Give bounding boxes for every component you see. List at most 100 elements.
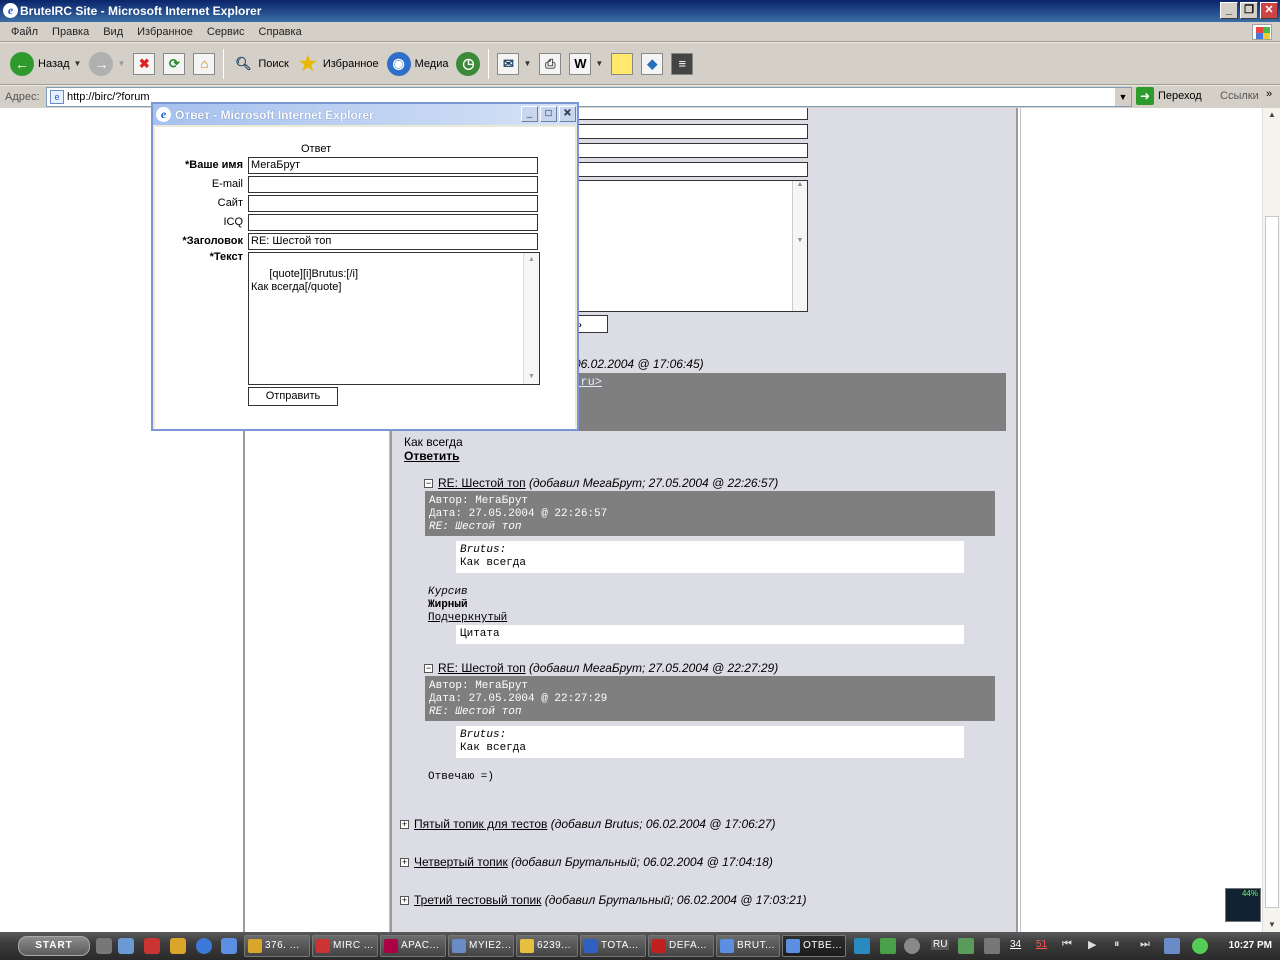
- topic-link[interactable]: Четвертый топик: [414, 855, 508, 869]
- back-dropdown-icon[interactable]: ▼: [74, 59, 82, 68]
- media-button[interactable]: ◉ Медиа: [383, 46, 453, 82]
- task-button[interactable]: MYIE2...: [448, 935, 514, 957]
- stop-icon: ✖: [133, 52, 156, 75]
- favorites-button[interactable]: ★ Избранное: [293, 46, 383, 82]
- task-button[interactable]: DEFA...: [648, 935, 714, 957]
- browser-icon[interactable]: [221, 938, 237, 954]
- menu-view[interactable]: Вид: [96, 26, 130, 38]
- menu-favorites[interactable]: Избранное: [130, 26, 200, 38]
- toolbar-separator: [223, 48, 225, 79]
- prev-track-icon[interactable]: ⏮: [1062, 938, 1078, 954]
- task-button[interactable]: MIRC ...: [312, 935, 378, 957]
- expand-icon[interactable]: +: [400, 896, 409, 905]
- mail-button[interactable]: ✉ ▼: [493, 46, 535, 82]
- search-button[interactable]: 🔍︎ Поиск: [228, 46, 292, 82]
- text-area[interactable]: [quote][i]Brutus:[/i] Как всегда[/quote]…: [248, 252, 540, 385]
- topic-link[interactable]: Пятый топик для тестов: [414, 817, 547, 831]
- messenger-button[interactable]: ◆: [637, 46, 667, 82]
- scroll-up-icon[interactable]: ▲: [1265, 108, 1279, 122]
- popup-titlebar[interactable]: e Ответ - Microsoft Internet Explorer _ …: [153, 104, 577, 125]
- menu-file[interactable]: Файл: [4, 26, 45, 38]
- menu-tools[interactable]: Сервис: [200, 26, 252, 38]
- chevron-right-icon[interactable]: »: [1266, 88, 1272, 100]
- stop-button[interactable]: ✖: [129, 46, 159, 82]
- quicklaunch-icon[interactable]: [96, 938, 112, 954]
- mail-dropdown-icon[interactable]: ▼: [523, 59, 531, 68]
- submit-button[interactable]: Отправить: [248, 387, 338, 406]
- forward-dropdown-icon[interactable]: ▼: [117, 59, 125, 68]
- task-button[interactable]: 6239...: [516, 935, 578, 957]
- tray-icon[interactable]: [984, 938, 1000, 954]
- collapse-icon[interactable]: −: [424, 664, 433, 673]
- name-input[interactable]: МегаБрут: [248, 157, 538, 174]
- edit-dropdown-icon[interactable]: ▼: [595, 59, 603, 68]
- bg-form-field[interactable]: [578, 124, 808, 139]
- language-indicator[interactable]: RU: [931, 939, 950, 950]
- edit-button[interactable]: W ▼: [565, 46, 607, 82]
- tray-icon[interactable]: [958, 938, 974, 954]
- bg-form-field[interactable]: [578, 162, 808, 177]
- forward-button[interactable]: → ▼: [85, 46, 129, 82]
- tag-icon[interactable]: [170, 938, 186, 954]
- task-button-active[interactable]: ОТВЕ...: [782, 935, 846, 957]
- expand-icon[interactable]: +: [400, 820, 409, 829]
- icq-input[interactable]: [248, 214, 538, 231]
- discuss-button[interactable]: [607, 46, 637, 82]
- scrollbar[interactable]: ▲ ▼: [792, 181, 807, 311]
- text-area-scrollbar[interactable]: ▲ ▼: [523, 253, 539, 384]
- restore-button[interactable]: ❐: [1240, 2, 1258, 19]
- tray-icon[interactable]: [1164, 938, 1180, 954]
- bg-form-textarea[interactable]: ▲ ▼: [578, 180, 808, 312]
- popup-close-button[interactable]: ✕: [559, 106, 576, 122]
- expand-icon[interactable]: +: [400, 858, 409, 867]
- minimize-button[interactable]: _: [1220, 2, 1238, 19]
- clock[interactable]: 10:27 PM: [1229, 940, 1272, 951]
- pause-icon[interactable]: ⏸: [1114, 938, 1130, 954]
- task-button[interactable]: APAC...: [380, 935, 446, 957]
- start-button[interactable]: START: [18, 936, 90, 956]
- tray-icon[interactable]: [880, 938, 896, 954]
- close-button[interactable]: ✕: [1260, 2, 1278, 19]
- bg-form-field[interactable]: [578, 108, 808, 120]
- popup-minimize-button[interactable]: _: [521, 106, 538, 122]
- scroll-down-icon[interactable]: ▼: [1265, 918, 1279, 932]
- show-desktop-icon[interactable]: [118, 938, 134, 954]
- toolbox-button[interactable]: ≡: [667, 46, 697, 82]
- ie-icon[interactable]: [196, 938, 212, 954]
- tray-counter[interactable]: 34: [1010, 939, 1021, 950]
- tray-icon[interactable]: [1192, 938, 1208, 954]
- tray-icon[interactable]: [904, 938, 920, 954]
- menu-help[interactable]: Справка: [252, 26, 309, 38]
- task-button[interactable]: 376. ...: [244, 935, 310, 957]
- task-button[interactable]: TOTA...: [580, 935, 646, 957]
- next-track-icon[interactable]: ⏭: [1140, 938, 1156, 954]
- tray-network-icon[interactable]: [854, 938, 870, 954]
- task-button[interactable]: BRUT...: [716, 935, 780, 957]
- links-toolbar[interactable]: Ссылки: [1220, 90, 1259, 102]
- topic-link[interactable]: Третий тестовый топик: [414, 893, 541, 907]
- menu-edit[interactable]: Правка: [45, 26, 96, 38]
- reply-title-link[interactable]: RE: Шестой топ: [438, 661, 526, 675]
- page-scrollbar[interactable]: ▲ ▼: [1262, 108, 1280, 932]
- address-dropdown-icon[interactable]: ▼: [1115, 88, 1131, 106]
- site-input[interactable]: [248, 195, 538, 212]
- scroll-thumb[interactable]: [1265, 216, 1279, 908]
- back-button[interactable]: ← Назад ▼: [6, 46, 85, 82]
- reply-title-link[interactable]: RE: Шестой топ: [438, 476, 526, 490]
- email-input[interactable]: [248, 176, 538, 193]
- history-button[interactable]: ◷: [452, 46, 484, 82]
- mirc-icon[interactable]: [144, 938, 160, 954]
- home-button[interactable]: ⌂: [189, 46, 219, 82]
- window-titlebar[interactable]: e BruteIRC Site - Microsoft Internet Exp…: [0, 0, 1280, 22]
- popup-maximize-button[interactable]: □: [540, 106, 557, 122]
- collapse-icon[interactable]: −: [424, 479, 433, 488]
- play-icon[interactable]: ▶: [1088, 938, 1104, 954]
- print-button[interactable]: ⎙: [535, 46, 565, 82]
- reply-link[interactable]: Ответить: [404, 449, 459, 463]
- folder-icon: [520, 939, 534, 953]
- go-button[interactable]: ➜ Переход: [1136, 87, 1202, 105]
- bg-form-field[interactable]: [578, 143, 808, 158]
- subject-input[interactable]: RE: Шестой топ: [248, 233, 538, 250]
- tray-counter[interactable]: 51: [1036, 939, 1047, 950]
- refresh-button[interactable]: ⟳: [159, 46, 189, 82]
